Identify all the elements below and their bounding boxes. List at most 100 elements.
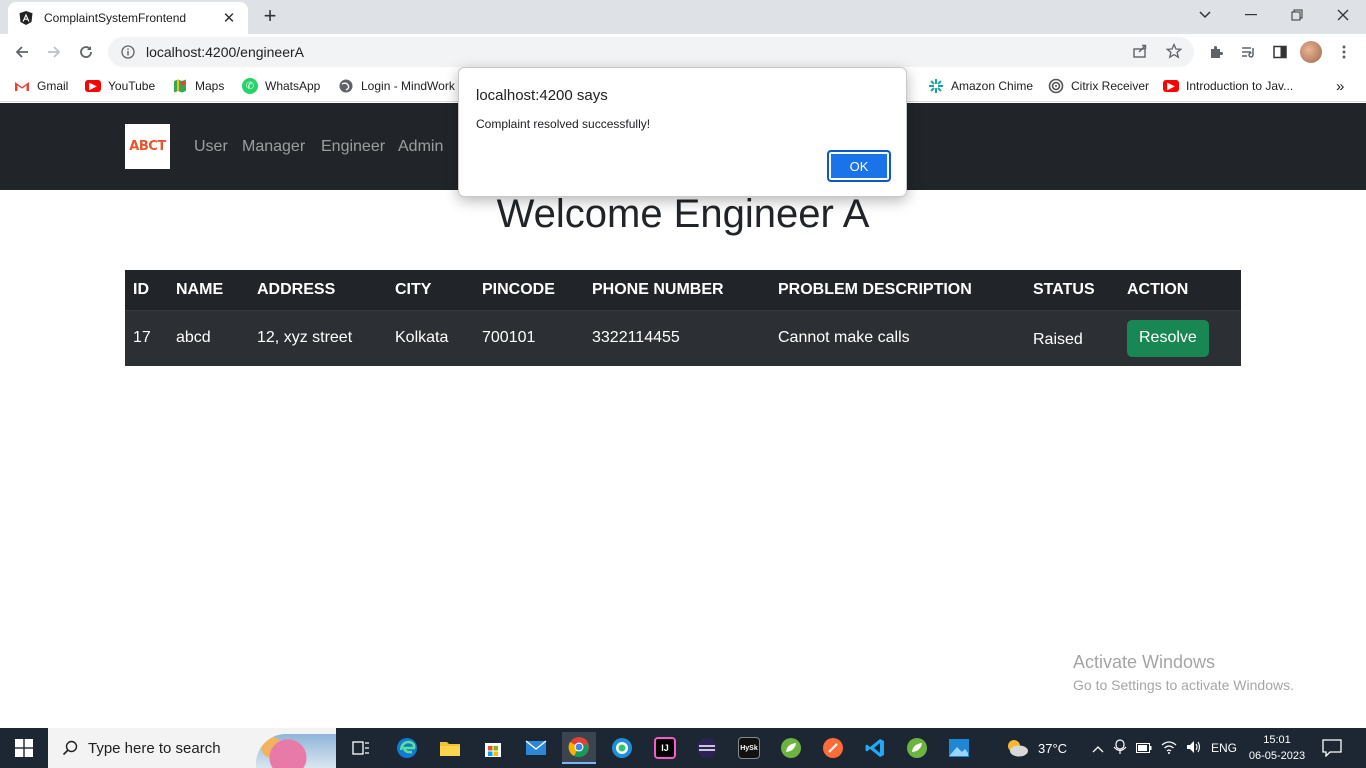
bookmark-introduction-java[interactable]: ▶ Introduction to Jav... bbox=[1163, 76, 1293, 96]
column-header: ADDRESS bbox=[249, 270, 387, 311]
alert-dialog: localhost:4200 says Complaint resolved s… bbox=[458, 67, 907, 197]
vscode-icon[interactable] bbox=[858, 732, 892, 764]
meet-now-icon[interactable] bbox=[1113, 738, 1127, 758]
bookmark-citrix-receiver[interactable]: Citrix Receiver bbox=[1048, 76, 1149, 96]
bookmark-amazon-chime[interactable]: Amazon Chime bbox=[928, 76, 1033, 96]
tab-title: ComplaintSystemFrontend bbox=[44, 11, 187, 25]
close-window-button[interactable] bbox=[1320, 0, 1366, 30]
column-header: PROBLEM DESCRIPTION bbox=[770, 270, 1025, 311]
cell-city: Kolkata bbox=[387, 310, 474, 366]
address-bar[interactable]: localhost:4200/engineerA bbox=[108, 37, 1194, 67]
wifi-icon[interactable] bbox=[1161, 740, 1177, 757]
system-clock[interactable]: 15:01 06-05-2023 bbox=[1244, 732, 1310, 764]
eclipse-icon[interactable] bbox=[690, 732, 724, 764]
spring-tool-icon[interactable] bbox=[774, 732, 808, 764]
input-language[interactable]: ENG bbox=[1211, 741, 1237, 755]
share-icon[interactable] bbox=[1132, 43, 1148, 62]
bookmark-whatsapp[interactable]: ✆ WhatsApp bbox=[242, 76, 320, 96]
gmail-icon bbox=[14, 78, 30, 94]
terminal-icon[interactable]: HySk bbox=[732, 732, 766, 764]
dialog-message: Complaint resolved successfully! bbox=[476, 117, 651, 131]
back-button[interactable] bbox=[8, 38, 36, 66]
column-header: PINCODE bbox=[474, 270, 584, 311]
browser-toolbar: localhost:4200/engineerA bbox=[0, 34, 1366, 70]
nav-admin[interactable]: Admin bbox=[398, 138, 443, 156]
search-placeholder: Type here to search bbox=[88, 739, 221, 757]
taskbar-search-box[interactable]: Type here to search bbox=[48, 728, 336, 768]
close-tab-icon[interactable]: ✕ bbox=[220, 9, 238, 27]
search-highlight-image bbox=[256, 734, 336, 768]
maps-icon bbox=[172, 78, 188, 94]
bookmark-star-icon[interactable] bbox=[1165, 42, 1183, 62]
bookmark-youtube[interactable]: ▶ YouTube bbox=[85, 76, 155, 96]
activate-windows-title: Activate Windows bbox=[1073, 652, 1216, 672]
chrome-menu-icon[interactable] bbox=[1334, 42, 1354, 62]
cell-name: abcd bbox=[168, 310, 249, 366]
battery-icon[interactable] bbox=[1136, 741, 1152, 756]
side-panel-icon[interactable] bbox=[1270, 42, 1290, 62]
weather-temp: 37°C bbox=[1038, 740, 1068, 756]
weather-sun-cloud-icon bbox=[1008, 740, 1028, 757]
nav-engineer[interactable]: Engineer bbox=[321, 138, 385, 156]
table-header-row: ID NAME ADDRESS CITY PINCODE PHONE NUMBE… bbox=[125, 270, 1241, 311]
cell-address: 12, xyz street bbox=[249, 310, 387, 366]
weather-widget[interactable]: 37°C bbox=[1004, 728, 1067, 768]
mail-icon[interactable] bbox=[519, 732, 553, 764]
bookmark-gmail[interactable]: Gmail bbox=[14, 76, 68, 96]
abct-logo[interactable]: ABCT bbox=[125, 124, 170, 169]
page-title: Welcome Engineer A bbox=[496, 192, 870, 236]
tab-search-chevron-icon[interactable] bbox=[1182, 0, 1228, 30]
search-icon bbox=[62, 740, 78, 756]
chime-icon bbox=[928, 78, 944, 94]
extensions-icon[interactable] bbox=[1206, 42, 1226, 62]
bookmarks-overflow-chevron[interactable]: » bbox=[1336, 76, 1344, 96]
browser-tab-strip: ComplaintSystemFrontend ✕ + bbox=[0, 0, 1366, 34]
microsoft-store-icon[interactable] bbox=[476, 732, 510, 764]
angular-icon bbox=[18, 10, 34, 26]
notification-center-icon[interactable] bbox=[1322, 728, 1342, 768]
site-info-icon[interactable] bbox=[120, 44, 136, 60]
url-text: localhost:4200/engineerA bbox=[146, 44, 305, 60]
show-hidden-icons-chevron[interactable] bbox=[1092, 741, 1104, 756]
edge-icon[interactable] bbox=[390, 732, 424, 764]
complaints-table: ID NAME ADDRESS CITY PINCODE PHONE NUMBE… bbox=[125, 270, 1241, 366]
chrome-taskbar-icon[interactable] bbox=[562, 732, 596, 764]
cell-action: Resolve bbox=[1119, 310, 1241, 366]
activate-windows-subtitle: Go to Settings to activate Windows. bbox=[1073, 677, 1294, 693]
cell-pincode: 700101 bbox=[474, 310, 584, 366]
reload-button[interactable] bbox=[72, 38, 100, 66]
column-header: ID bbox=[125, 270, 168, 311]
postman-icon[interactable] bbox=[816, 732, 850, 764]
youtube-icon: ▶ bbox=[85, 80, 101, 92]
task-view-icon[interactable] bbox=[344, 732, 378, 764]
file-explorer-icon[interactable] bbox=[433, 732, 467, 764]
reading-list-icon[interactable] bbox=[1238, 42, 1258, 62]
browser-tab[interactable]: ComplaintSystemFrontend ✕ bbox=[8, 2, 248, 34]
profile-avatar[interactable] bbox=[1300, 41, 1322, 63]
app-icon[interactable] bbox=[605, 732, 639, 764]
nav-manager[interactable]: Manager bbox=[242, 138, 305, 156]
minimize-button[interactable] bbox=[1228, 0, 1274, 30]
windows-logo-icon bbox=[15, 739, 33, 757]
column-header: STATUS bbox=[1025, 270, 1119, 311]
system-tray: ENG bbox=[1092, 728, 1237, 768]
nav-user[interactable]: User bbox=[194, 138, 228, 156]
resolve-button[interactable]: Resolve bbox=[1127, 319, 1209, 357]
photos-icon[interactable] bbox=[942, 732, 976, 764]
volume-icon[interactable] bbox=[1186, 740, 1202, 757]
restore-button[interactable] bbox=[1274, 0, 1320, 30]
dialog-title: localhost:4200 says bbox=[476, 87, 608, 104]
cell-id: 17 bbox=[125, 310, 168, 366]
ok-button[interactable]: OK bbox=[827, 150, 891, 182]
column-header: PHONE NUMBER bbox=[584, 270, 770, 311]
forward-button[interactable] bbox=[40, 38, 68, 66]
column-header: CITY bbox=[387, 270, 474, 311]
bookmark-login-mindwork[interactable]: Login - MindWork bbox=[338, 76, 455, 96]
spring-tool-icon[interactable] bbox=[900, 732, 934, 764]
clock-date: 06-05-2023 bbox=[1248, 750, 1306, 762]
new-tab-button[interactable]: + bbox=[258, 5, 282, 29]
bookmark-maps[interactable]: Maps bbox=[172, 76, 224, 96]
intellij-icon[interactable]: IJ bbox=[648, 732, 682, 764]
whatsapp-icon: ✆ bbox=[242, 78, 258, 94]
start-button[interactable] bbox=[0, 728, 48, 768]
